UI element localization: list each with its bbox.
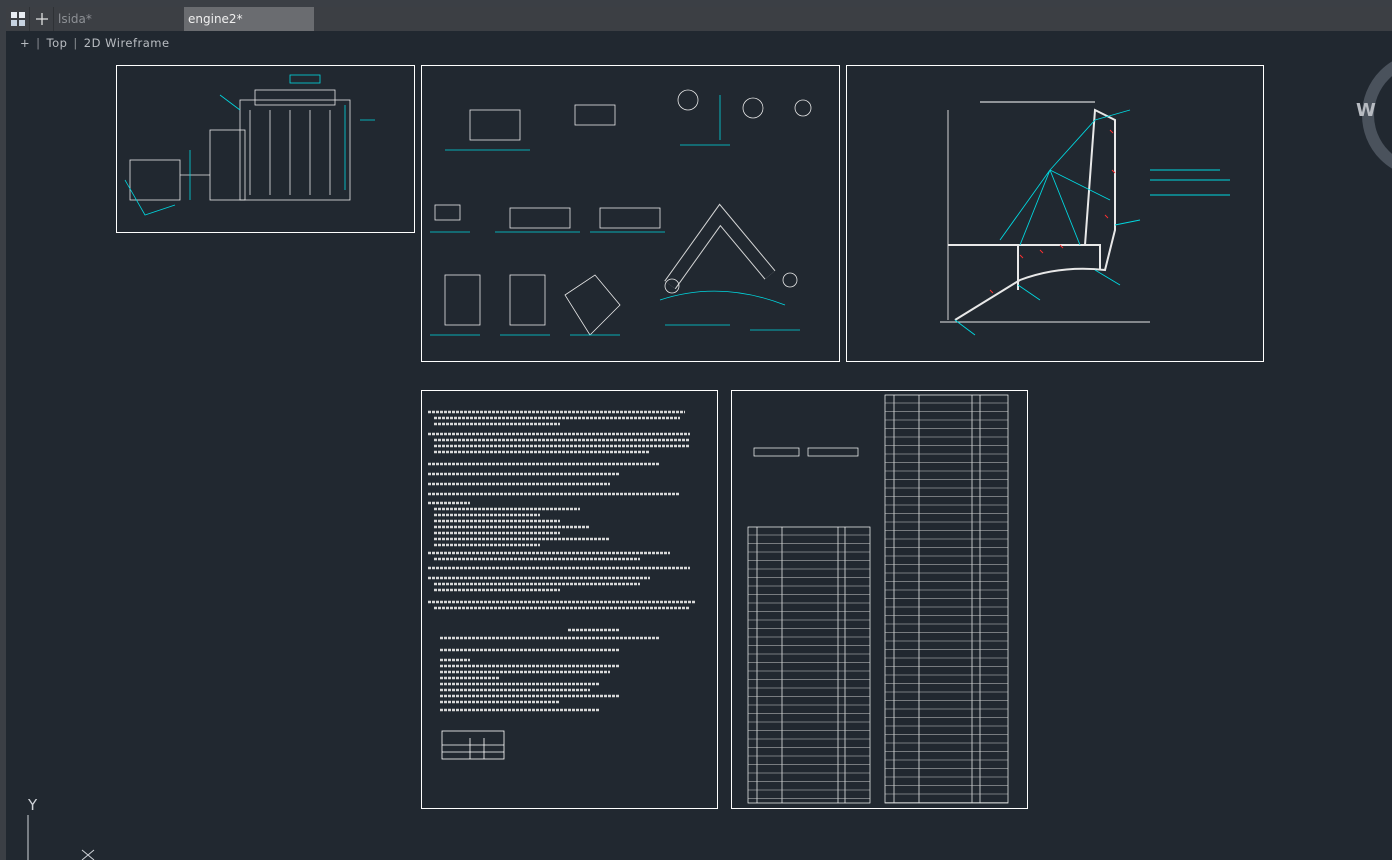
parts-list-table	[747, 394, 1009, 804]
details-drawing	[430, 89, 812, 336]
sheet-engine-assembly	[116, 65, 415, 233]
row-lines	[748, 402, 1008, 803]
viewcube-west-label[interactable]: W	[1356, 100, 1376, 121]
notes-table	[441, 730, 505, 760]
engine-drawing	[124, 74, 375, 216]
ucs-y-label: Y	[27, 796, 38, 814]
drawing-canvas[interactable]: Y	[0, 0, 1392, 860]
sheet-frame	[846, 65, 1264, 362]
notes-text-block	[428, 410, 695, 712]
sheet-parts-list	[731, 390, 1028, 809]
parts-list-rows	[748, 402, 1008, 803]
frame-drawing	[940, 101, 1230, 336]
sheet-notes	[421, 390, 718, 809]
ucs-icon	[27, 815, 95, 860]
